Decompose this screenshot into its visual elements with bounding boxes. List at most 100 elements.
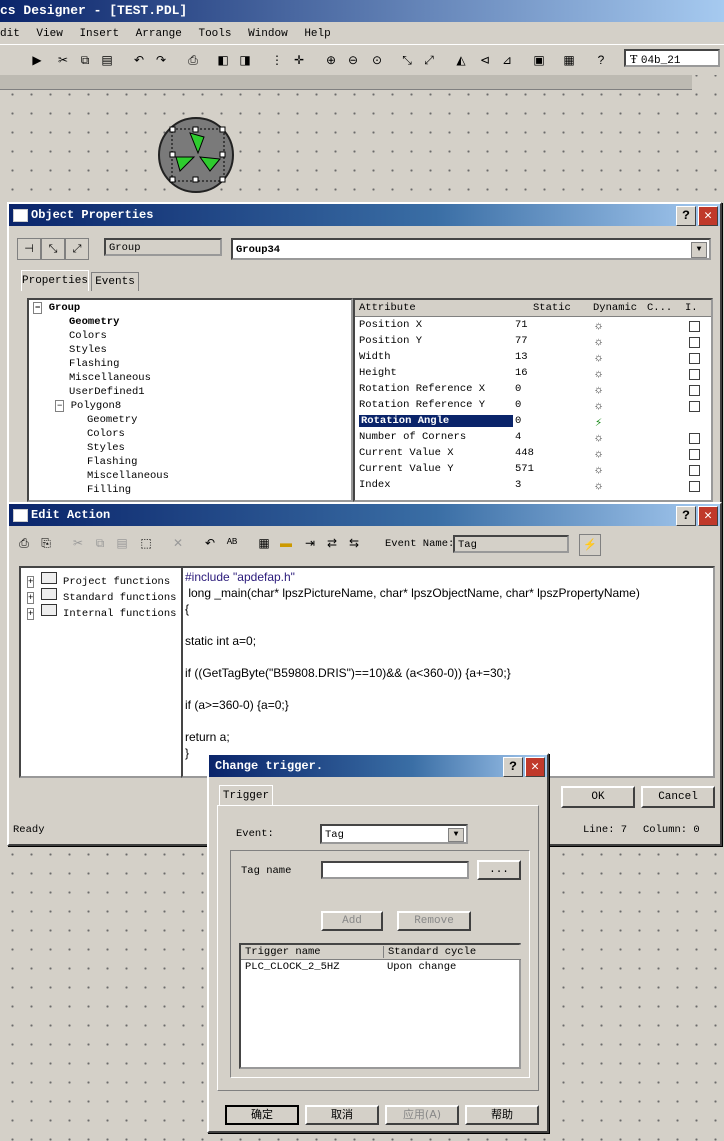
table-row[interactable]: Width 13 ☼ [355,350,711,366]
properties-icon[interactable]: ▣ [530,51,548,69]
fan-object[interactable] [158,117,234,193]
lightbulb-icon[interactable]: ☼ [595,479,602,493]
table-row[interactable]: Rotation Reference Y 0 ☼ [355,398,711,414]
col-indirect[interactable]: I. [685,302,698,314]
table-row[interactable]: Rotation Angle 0 ⚡ [355,414,711,430]
replace-icon[interactable]: ᴬᴮ [223,534,241,552]
expand-icon[interactable]: + [27,592,35,604]
apply-button[interactable]: 应用(A) [385,1105,459,1125]
tree-item-filling-sub[interactable]: Filling [87,484,131,496]
indirect-checkbox[interactable] [689,369,700,380]
library-icon[interactable]: ▦ [560,51,578,69]
tree-internal-functions[interactable]: Internal functions [63,608,176,620]
trigger-icon[interactable]: ⚡ [579,534,601,556]
tree-item-geometry-sub[interactable]: Geometry [87,414,137,426]
redo-icon[interactable]: ↷ [152,51,170,69]
table-row[interactable]: PLC_CLOCK_2_5HZ Upon change [241,961,521,975]
layer-front-icon[interactable]: ◧ [214,51,232,69]
code-line[interactable]: static int a=0; [185,634,256,648]
menu-edit[interactable]: dit [0,28,20,40]
play-icon[interactable]: ▶ [28,51,46,69]
table-row[interactable]: Current Value Y 571 ☼ [355,462,711,478]
menu-window[interactable]: Window [248,28,288,40]
tree-item-userdefined[interactable]: UserDefined1 [69,386,145,398]
tree-item-flashing-sub[interactable]: Flashing [87,456,137,468]
indirect-checkbox[interactable] [689,385,700,396]
table-row[interactable]: Position X 71 ☼ [355,318,711,334]
tab-properties[interactable]: Properties [21,270,89,291]
zoom-out-icon[interactable]: ⊖ [344,51,362,69]
tag-icon[interactable]: ⇄ [323,534,341,552]
horizontal-scrollbar[interactable] [0,75,692,90]
static-cell[interactable]: 0 [515,415,521,427]
indirect-checkbox[interactable] [689,481,700,492]
mirror-icon[interactable]: ◭ [452,51,470,69]
col-dynamic[interactable]: Dynamic [593,302,637,314]
function-tree[interactable]: + Project functions + Standard functions… [19,566,183,778]
flip-icon[interactable]: ⊲ [476,51,494,69]
copy-icon[interactable]: ⧉ [76,51,94,69]
attribute-grid[interactable]: Attribute Static Dynamic C... I. Positio… [353,298,713,502]
lightbulb-icon[interactable]: ☼ [595,463,602,477]
indirect-checkbox[interactable] [689,321,700,332]
copy-icon[interactable]: ⧉ [91,534,109,552]
code-line[interactable]: #include "apdefap.h" [185,570,295,584]
tree-item-geometry[interactable]: Geometry [69,316,119,328]
chevron-down-icon[interactable]: ▼ [691,242,707,258]
grid-icon[interactable]: ⋮ [268,51,286,69]
remove-button[interactable]: Remove [397,911,471,931]
tree-item-miscellaneous[interactable]: Miscellaneous [69,372,151,384]
dynamic-active-icon[interactable]: ⚡ [595,415,602,430]
table-row[interactable]: Height 16 ☼ [355,366,711,382]
font-combo[interactable]: Ŧ 04b_21 [624,49,720,67]
cancel-button[interactable]: 取消 [305,1105,379,1125]
cancel-button[interactable]: Cancel [641,786,715,808]
code-line[interactable]: } [185,746,189,760]
table-row[interactable]: Index 3 ☼ [355,478,711,494]
static-cell[interactable]: 77 [515,335,528,347]
undo-icon[interactable]: ↶ [201,534,219,552]
change-trigger-titlebar[interactable]: Change trigger. ? ✕ [209,755,547,777]
indirect-checkbox[interactable] [689,337,700,348]
indirect-checkbox[interactable] [689,465,700,476]
tree-item-colors-sub[interactable]: Colors [87,428,125,440]
table-row[interactable]: Position Y 77 ☼ [355,334,711,350]
delete-icon[interactable]: ✕ [169,534,187,552]
help-button[interactable]: ? [676,206,696,226]
lightbulb-icon[interactable]: ☼ [595,399,602,413]
object-properties-titlebar[interactable]: Object Properties ? ✕ [9,204,720,226]
indirect-checkbox[interactable] [689,433,700,444]
add-button[interactable]: Add [321,911,383,931]
pipette-icon[interactable]: ⤡ [398,51,416,69]
tree-item-polygon[interactable]: Polygon8 [71,400,121,412]
col-current[interactable]: C... [647,302,672,314]
col-trigger-name[interactable]: Trigger name [245,946,321,958]
static-cell[interactable]: 0 [515,383,521,395]
snap-icon[interactable]: ✛ [290,51,308,69]
code-line[interactable]: { [185,602,189,616]
expand-icon[interactable]: + [27,576,35,588]
pin-icon[interactable]: ⊣ [17,238,41,260]
cut-icon[interactable]: ✂ [69,534,87,552]
tree-item-styles[interactable]: Styles [69,344,107,356]
expand-icon[interactable]: + [27,608,35,620]
menu-view[interactable]: View [36,28,62,40]
paste-icon[interactable]: ▤ [113,534,131,552]
indirect-checkbox[interactable] [689,401,700,412]
open-icon[interactable]: ▬ [277,534,295,552]
object-name-combo[interactable]: Group34 ▼ [231,238,711,260]
tree-item-styles-sub[interactable]: Styles [87,442,125,454]
zoom-icon[interactable]: ⊙ [368,51,386,69]
paste-icon[interactable]: ▤ [98,51,116,69]
code-line[interactable]: long _main(char* lpszPictureName, char* … [185,586,640,600]
static-cell[interactable]: 571 [515,463,534,475]
menu-insert[interactable]: Insert [79,28,119,40]
table-row[interactable]: Current Value X 448 ☼ [355,446,711,462]
cut-icon[interactable]: ✂ [54,51,72,69]
lightbulb-icon[interactable]: ☼ [595,383,602,397]
pipette-2-icon[interactable]: ⤢ [420,51,438,69]
static-cell[interactable]: 71 [515,319,528,331]
menu-help[interactable]: Help [304,28,330,40]
static-cell[interactable]: 0 [515,399,521,411]
tag-name-input[interactable] [321,861,469,879]
